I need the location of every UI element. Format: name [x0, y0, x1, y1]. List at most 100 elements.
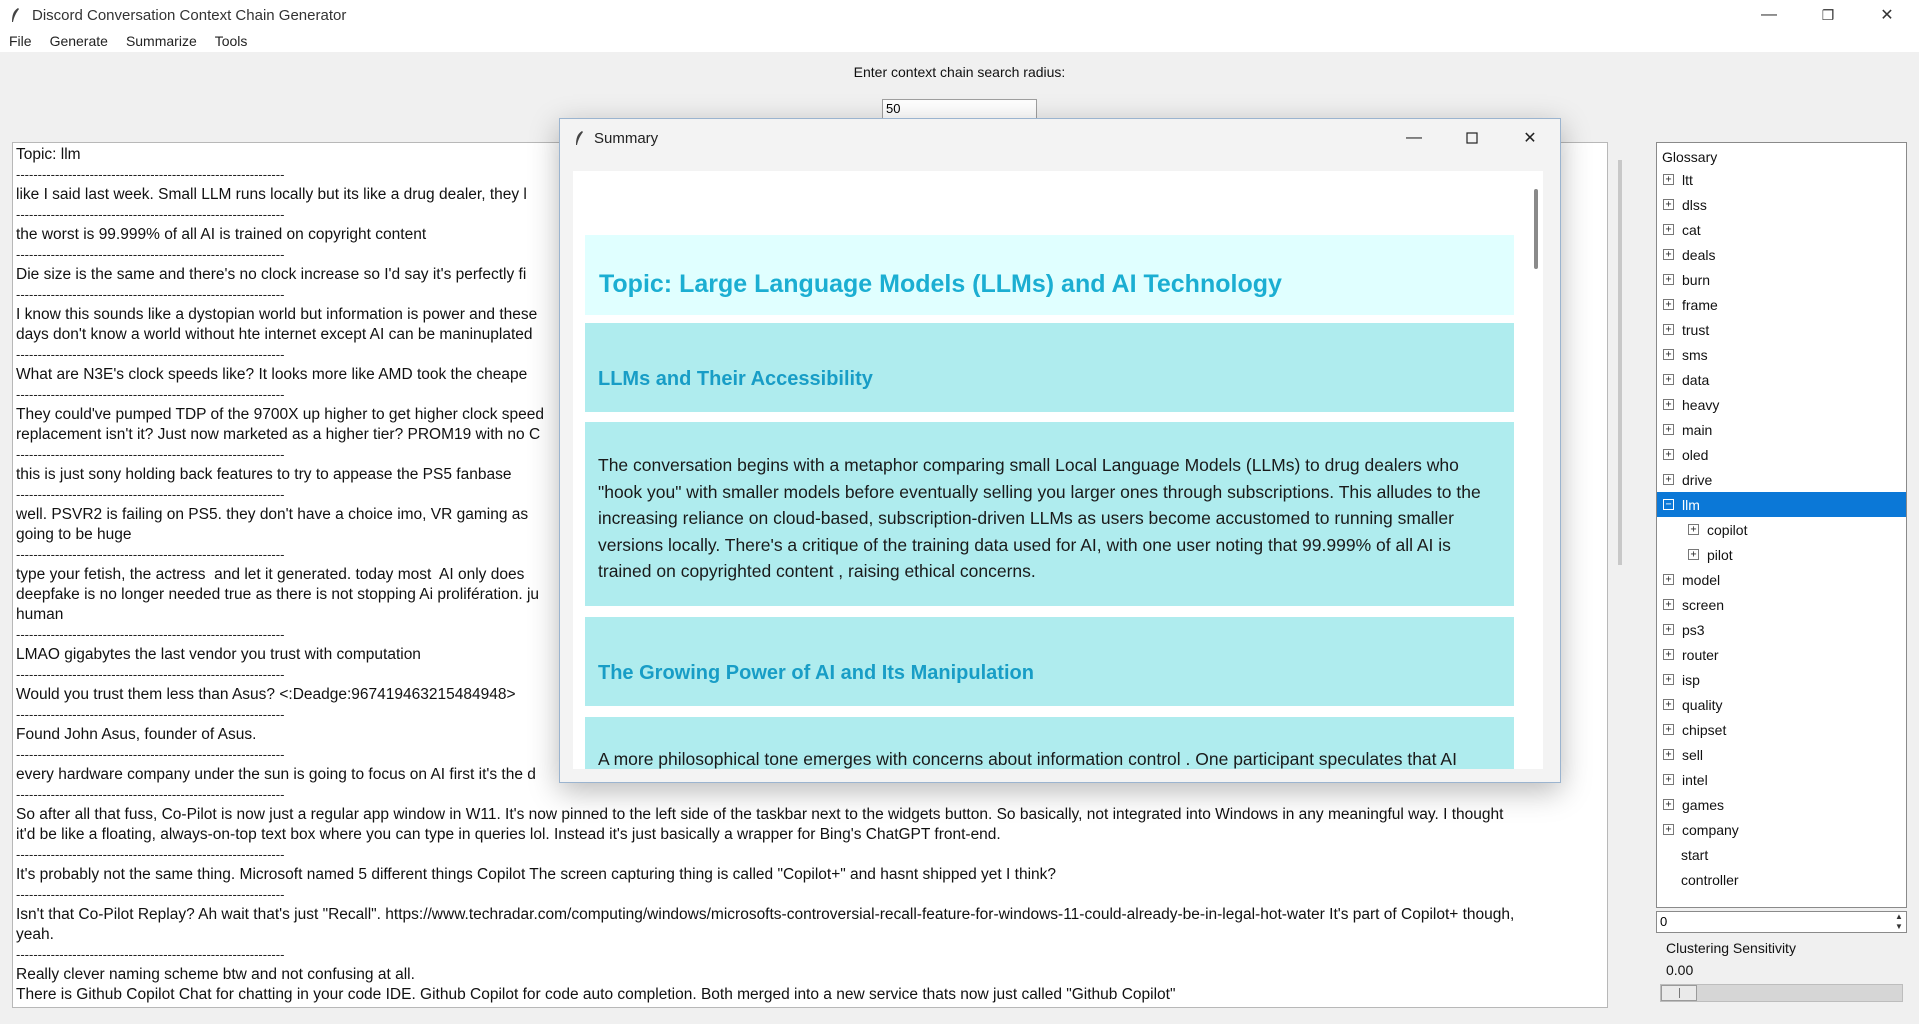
expand-icon[interactable]: +	[1663, 424, 1674, 435]
feather-icon	[574, 130, 584, 146]
expand-icon[interactable]: +	[1688, 524, 1699, 535]
expand-icon[interactable]: +	[1663, 399, 1674, 410]
summary-section-heading: LLMs and Their Accessibility	[598, 368, 873, 390]
glossary-item-copilot[interactable]: + copilot	[1657, 517, 1906, 542]
glossary-item-oled[interactable]: + oled	[1657, 442, 1906, 467]
expand-icon[interactable]: +	[1663, 374, 1674, 385]
chat-scrollbar[interactable]	[1618, 160, 1622, 565]
expand-icon[interactable]: +	[1663, 624, 1674, 635]
glossary-item-label: burn	[1682, 271, 1711, 288]
glossary-item-isp[interactable]: + isp	[1657, 667, 1906, 692]
expand-icon[interactable]: +	[1663, 249, 1674, 260]
expand-icon[interactable]: +	[1663, 324, 1674, 335]
glossary-item-llm[interactable]: − llm	[1657, 492, 1906, 517]
feather-icon	[6, 6, 24, 24]
glossary-tree[interactable]: Glossary + ltt + dlss + cat + deals + burn + frame +…	[1656, 142, 1907, 908]
expand-icon[interactable]: +	[1663, 699, 1674, 710]
expand-icon[interactable]: +	[1663, 474, 1674, 485]
expand-icon[interactable]: +	[1663, 199, 1674, 210]
expand-icon[interactable]: +	[1663, 349, 1674, 360]
glossary-item-games[interactable]: + games	[1657, 792, 1906, 817]
glossary-item-chipset[interactable]: + chipset	[1657, 717, 1906, 742]
restore-button[interactable]: ❐	[1799, 0, 1857, 30]
glossary-item-label: deals	[1682, 246, 1716, 263]
glossary-item-ltt[interactable]: + ltt	[1657, 167, 1906, 192]
expand-icon[interactable]: +	[1663, 574, 1674, 585]
expand-icon[interactable]: +	[1688, 549, 1699, 560]
glossary-item-ps3[interactable]: + ps3	[1657, 617, 1906, 642]
expand-icon[interactable]: +	[1663, 649, 1674, 660]
glossary-item-burn[interactable]: + burn	[1657, 267, 1906, 292]
expand-icon[interactable]: +	[1663, 274, 1674, 285]
glossary-item-company[interactable]: + company	[1657, 817, 1906, 842]
expand-icon[interactable]: +	[1663, 824, 1674, 835]
app-titlebar[interactable]: Discord Conversation Context Chain Gener…	[0, 0, 1919, 30]
summary-close-button[interactable]: ✕	[1501, 119, 1559, 157]
summary-section-heading-block: LLMs and Their Accessibility	[585, 323, 1514, 412]
clustering-sensitivity-label: Clustering Sensitivity	[1666, 940, 1796, 956]
glossary-heading: Glossary	[1662, 149, 1718, 165]
glossary-item-router[interactable]: + router	[1657, 642, 1906, 667]
expand-icon[interactable]: +	[1663, 599, 1674, 610]
glossary-item-label: pilot	[1707, 546, 1733, 563]
glossary-item-label: sms	[1682, 346, 1708, 363]
glossary-item-sell[interactable]: + sell	[1657, 742, 1906, 767]
glossary-item-label: dlss	[1682, 196, 1707, 213]
glossary-item-model[interactable]: + model	[1657, 567, 1906, 592]
expand-icon[interactable]: +	[1663, 174, 1674, 185]
menu-tools[interactable]: Tools	[206, 33, 257, 49]
summary-content[interactable]: Topic: Large Language Models (LLMs) and …	[573, 171, 1543, 769]
glossary-item-label: games	[1682, 796, 1725, 813]
summary-titlebar[interactable]: Summary — ✕	[560, 119, 1560, 157]
close-button[interactable]: ✕	[1858, 0, 1916, 30]
glossary-item-trust[interactable]: + trust	[1657, 317, 1906, 342]
glossary-item-sms[interactable]: + sms	[1657, 342, 1906, 367]
summary-scrollbar[interactable]	[1534, 189, 1538, 269]
menu-summarize[interactable]: Summarize	[117, 33, 206, 49]
clustering-slider-thumb[interactable]	[1661, 985, 1697, 1001]
menu-file[interactable]: File	[0, 33, 41, 49]
summary-section-heading: The Growing Power of AI and Its Manipula…	[598, 662, 1034, 684]
glossary-item-label: cat	[1682, 221, 1701, 238]
glossary-item-screen[interactable]: + screen	[1657, 592, 1906, 617]
message-separator: ----------------------------------------…	[16, 887, 285, 902]
summary-minimize-button[interactable]: —	[1385, 119, 1443, 157]
spinbox-arrows-icon[interactable]: ▲ ▼	[1892, 912, 1906, 932]
summary-section-heading-block: The Growing Power of AI and Its Manipula…	[585, 617, 1514, 706]
cluster-spinbox[interactable]: 0 ▲ ▼	[1656, 911, 1907, 933]
spinbox-value: 0	[1660, 914, 1668, 929]
collapse-icon[interactable]: −	[1663, 499, 1674, 510]
minimize-button[interactable]: —	[1740, 0, 1798, 30]
glossary-item-intel[interactable]: + intel	[1657, 767, 1906, 792]
glossary-item-main[interactable]: + main	[1657, 417, 1906, 442]
glossary-item-label: oled	[1682, 446, 1709, 463]
summary-maximize-button[interactable]	[1443, 119, 1501, 157]
expand-icon[interactable]: +	[1663, 774, 1674, 785]
glossary-item-heavy[interactable]: + heavy	[1657, 392, 1906, 417]
expand-icon[interactable]: +	[1663, 224, 1674, 235]
glossary-item-label: start	[1681, 846, 1709, 863]
glossary-item-data[interactable]: + data	[1657, 367, 1906, 392]
summary-topic-heading: Topic: Large Language Models (LLMs) and …	[599, 270, 1282, 298]
radius-input[interactable]: 50	[882, 99, 1037, 119]
glossary-item-label: drive	[1682, 471, 1713, 488]
expand-icon[interactable]: +	[1663, 299, 1674, 310]
glossary-item-cat[interactable]: + cat	[1657, 217, 1906, 242]
expand-icon[interactable]: +	[1663, 799, 1674, 810]
expand-icon[interactable]: +	[1663, 749, 1674, 760]
summary-topic-block: Topic: Large Language Models (LLMs) and …	[585, 235, 1514, 315]
glossary-item-label: main	[1682, 421, 1713, 438]
glossary-item-drive[interactable]: + drive	[1657, 467, 1906, 492]
expand-icon[interactable]: +	[1663, 674, 1674, 685]
glossary-item-frame[interactable]: + frame	[1657, 292, 1906, 317]
glossary-item-dlss[interactable]: + dlss	[1657, 192, 1906, 217]
menu-generate[interactable]: Generate	[41, 33, 117, 49]
glossary-item-deals[interactable]: + deals	[1657, 242, 1906, 267]
glossary-item-controller[interactable]: controller	[1657, 867, 1906, 892]
expand-icon[interactable]: +	[1663, 724, 1674, 735]
expand-icon[interactable]: +	[1663, 449, 1674, 460]
glossary-item-start[interactable]: start	[1657, 842, 1906, 867]
glossary-item-quality[interactable]: + quality	[1657, 692, 1906, 717]
summary-section-text: A more philosophical tone emerges with c…	[598, 749, 1457, 769]
glossary-item-pilot[interactable]: + pilot	[1657, 542, 1906, 567]
